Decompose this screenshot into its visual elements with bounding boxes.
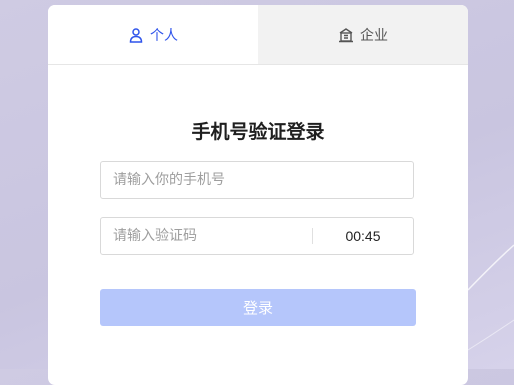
code-field: 00:45 [100, 217, 414, 255]
user-icon [128, 27, 144, 43]
login-button[interactable]: 登录 [100, 289, 416, 326]
tab-enterprise[interactable]: 企业 [258, 5, 468, 64]
phone-input[interactable] [101, 162, 413, 198]
verification-code-input[interactable] [101, 218, 312, 254]
form-title: 手机号验证登录 [191, 121, 325, 143]
tab-personal[interactable]: 个人 [48, 5, 258, 64]
building-icon [338, 27, 354, 43]
phone-field [100, 161, 414, 199]
tab-enterprise-label: 企业 [360, 27, 388, 44]
tab-personal-label: 个人 [150, 27, 178, 44]
login-type-tabs: 个人 企业 [48, 5, 468, 65]
countdown-timer: 00:45 [345, 228, 381, 244]
login-card: 个人 企业 手机号验证登录 00:45 登录 [48, 5, 468, 385]
